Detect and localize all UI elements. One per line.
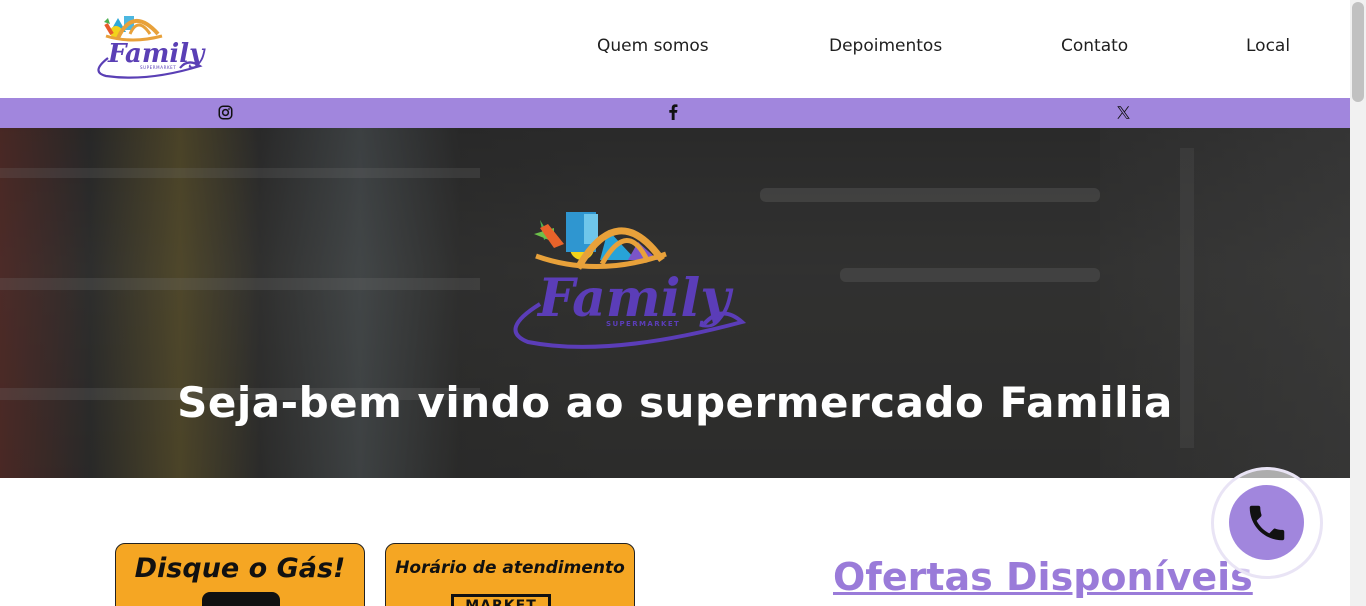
card-gas-title: Disque o Gás! [134,553,346,584]
nav-depoimentos[interactable]: Depoimentos [829,36,942,56]
nav-local[interactable]: Local [1246,36,1290,56]
scrollbar-thumb[interactable] [1352,2,1364,102]
phone-fab-button[interactable] [1229,485,1304,560]
offers-heading[interactable]: Ofertas Disponíveis [833,555,1253,599]
svg-text:SUPERMARKET: SUPERMARKET [606,320,680,328]
facebook-icon[interactable] [664,103,682,121]
nav-contato[interactable]: Contato [1061,36,1128,56]
card-hours-title: Horário de atendimento [395,558,625,578]
hero-banner: Family SUPERMARKET Seja-bem vindo ao sup… [0,128,1350,478]
svg-text:SUPERMARKET: SUPERMARKET [140,65,176,70]
x-icon[interactable] [1114,103,1132,121]
hero-title: Seja-bem vindo ao supermercado Familia [177,378,1173,427]
phone-image [202,592,280,606]
card-horario[interactable]: Horário de atendimento MARKET [385,543,635,606]
page-scrollbar[interactable] [1350,0,1366,606]
market-label: MARKET [465,598,537,606]
card-disque-gas[interactable]: Disque o Gás! [115,543,365,606]
hero-family-logo: Family SUPERMARKET [513,212,747,349]
market-image: MARKET [451,594,551,606]
phone-icon [1249,505,1284,540]
nav-quem-somos[interactable]: Quem somos [597,36,709,56]
instagram-icon[interactable] [216,103,234,121]
site-header: Family SUPERMARKET Quem somos Depoimento… [0,0,1350,98]
social-bar [0,98,1350,128]
main-nav: Quem somos Depoimentos Contato Local [0,36,1350,60]
